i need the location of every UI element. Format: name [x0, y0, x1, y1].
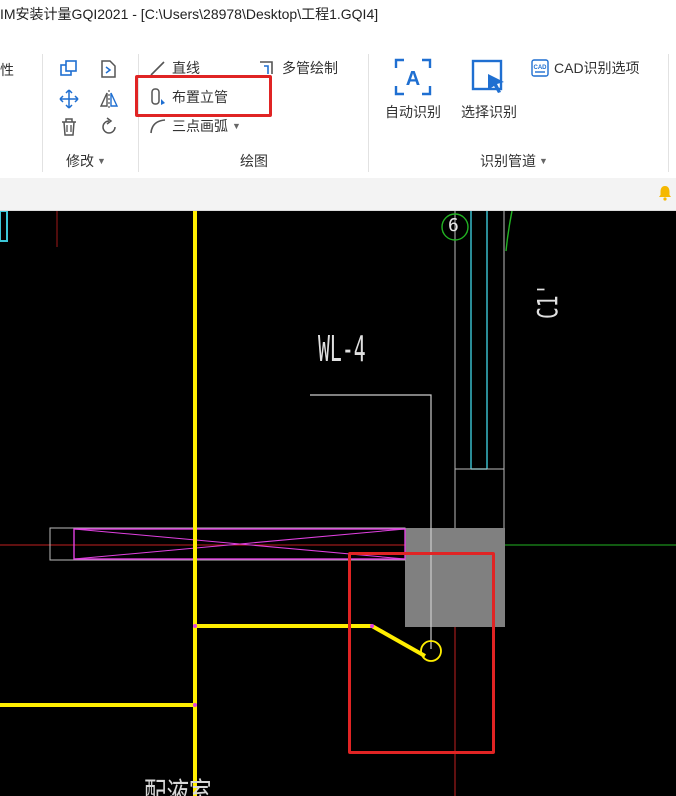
chevron-down-icon: ▼ [232, 121, 241, 131]
cad-options-button[interactable]: CAD CAD识别选项 [530, 58, 640, 78]
annotation-highlight-box [348, 552, 495, 754]
auto-recognize-button[interactable]: A 自动识别 [383, 56, 443, 122]
flip-icon [99, 90, 119, 108]
delete-icon [62, 118, 76, 136]
arc-icon [150, 119, 166, 134]
group-separator [368, 54, 369, 172]
ribbon-bottom-strip [0, 178, 676, 211]
cad-canvas[interactable]: 6 WL-4 C1' 配液室 [0, 211, 676, 796]
flip-button[interactable] [98, 88, 120, 110]
ribbon: 性 修改 ▼ 直线 多管绘制 布置立管 三点画弧 ▼ 绘图 A 自动识别 选择识… [0, 46, 676, 179]
group-label-modify[interactable]: 修改 ▼ [66, 151, 106, 171]
cad-column-label: C1' [531, 283, 564, 319]
auto-recognize-icon: A [394, 58, 432, 96]
multi-pipe-label: 多管绘制 [282, 60, 338, 76]
chevron-down-icon: ▼ [97, 156, 106, 166]
move-icon [59, 89, 79, 109]
three-point-arc-button[interactable]: 三点画弧 ▼ [148, 116, 241, 136]
select-recognize-button[interactable]: 选择识别 [457, 56, 521, 122]
auto-recognize-label: 自动识别 [385, 104, 441, 120]
group-label-recognize[interactable]: 识别管道 ▼ [480, 151, 548, 171]
delete-button[interactable] [58, 116, 80, 138]
chevron-down-icon: ▼ [539, 156, 548, 166]
rotate-icon [102, 117, 116, 134]
svg-text:A: A [406, 68, 420, 90]
cad-room-label: 配液室 [144, 777, 212, 796]
group-label-recognize-text: 识别管道 [480, 153, 536, 169]
group-separator [42, 54, 43, 172]
mirror-button[interactable] [98, 58, 120, 80]
partial-ribbon-label[interactable]: 性 [0, 60, 14, 80]
cad-options-icon: CAD [531, 59, 549, 77]
cad-options-label: CAD识别选项 [554, 60, 640, 76]
window-title: IM安装计量GQI2021 - [C:\Users\28978\Desktop\… [0, 6, 379, 22]
mirror-icon [101, 60, 116, 78]
copy-icon [60, 60, 77, 76]
cad-drawing [0, 211, 676, 796]
cad-junction-dot [193, 703, 197, 707]
group-label-modify-text: 修改 [66, 153, 94, 169]
group-label-draw: 绘图 [240, 151, 268, 171]
copy-button[interactable] [58, 58, 80, 80]
three-point-arc-label: 三点画弧 [172, 118, 228, 134]
cad-pipe-label: WL-4 [318, 329, 366, 370]
cad-junction-dot [193, 624, 197, 628]
notification-bell-icon[interactable] [656, 184, 674, 202]
group-separator [668, 54, 669, 172]
svg-text:CAD: CAD [534, 65, 548, 71]
title-bar: IM安装计量GQI2021 - [C:\Users\28978\Desktop\… [0, 0, 676, 46]
select-recognize-icon [471, 59, 504, 93]
group-label-draw-text: 绘图 [240, 153, 268, 169]
cad-axis-number: 6 [448, 215, 459, 236]
cad-green-curve [505, 211, 513, 252]
annotation-highlight-box [135, 75, 272, 117]
select-recognize-label: 选择识别 [461, 104, 517, 120]
rotate-button[interactable] [98, 116, 120, 138]
move-button[interactable] [58, 88, 80, 110]
cad-cyan-rect [0, 211, 8, 242]
